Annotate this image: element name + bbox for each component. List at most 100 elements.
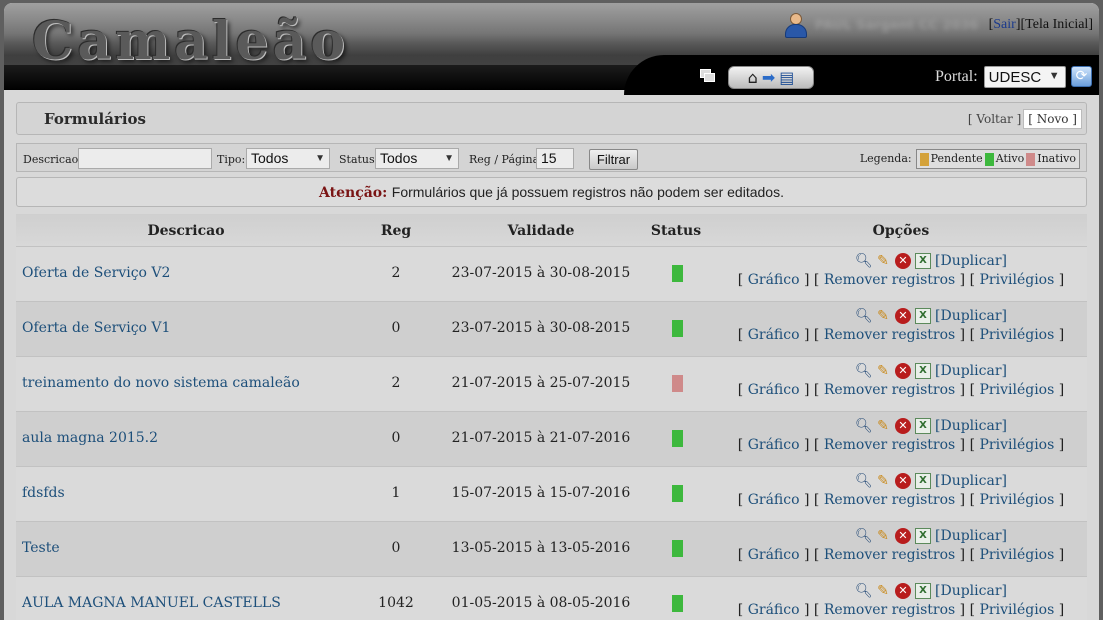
grafico-link[interactable]: Gráfico: [748, 437, 800, 453]
remover-registros-link[interactable]: Remover registros: [824, 272, 955, 288]
spreadsheet-icon[interactable]: X: [915, 418, 932, 434]
status-select[interactable]: Todos ▼: [375, 148, 459, 169]
header: Camaleão PAUL Sargent CC 2036 [Sair] [Te…: [4, 3, 1099, 95]
delete-icon[interactable]: ✕: [895, 418, 912, 434]
delete-icon[interactable]: ✕: [895, 528, 912, 544]
view-icon[interactable]: 🔍︎: [855, 528, 873, 544]
chevron-down-icon: ▼: [315, 153, 325, 164]
privilegios-link[interactable]: Privilégios: [980, 327, 1055, 343]
legend-pendente: Pendente: [919, 152, 983, 166]
remover-registros-link[interactable]: Remover registros: [824, 327, 955, 343]
row-reg: 1: [391, 485, 401, 501]
delete-icon[interactable]: ✕: [895, 253, 912, 269]
row-reg: 1042: [378, 595, 414, 611]
voltar-link[interactable]: [ Voltar ]: [968, 112, 1021, 126]
row-descricao[interactable]: Teste: [22, 540, 60, 556]
duplicar-link[interactable]: [Duplicar]: [935, 308, 1007, 324]
grafico-link[interactable]: Gráfico: [748, 492, 800, 508]
privilegios-link[interactable]: Privilégios: [980, 382, 1055, 398]
remover-registros-link[interactable]: Remover registros: [824, 437, 955, 453]
delete-icon[interactable]: ✕: [895, 308, 912, 324]
row-descricao[interactable]: aula magna 2015.2: [22, 430, 158, 446]
duplicar-link[interactable]: [Duplicar]: [935, 363, 1007, 379]
col-reg[interactable]: Reg: [346, 223, 446, 239]
edit-icon[interactable]: ✎: [875, 418, 891, 434]
col-validade[interactable]: Validade: [446, 223, 636, 239]
sair-link[interactable]: Sair: [993, 17, 1016, 32]
row-descricao[interactable]: Oferta de Serviço V2: [22, 265, 170, 281]
portal-label: Portal:: [935, 68, 978, 85]
view-icon[interactable]: 🔍︎: [855, 418, 873, 434]
privilegios-link[interactable]: Privilégios: [980, 437, 1055, 453]
tipo-select[interactable]: Todos ▼: [246, 148, 330, 169]
row-options: 🔍︎ ✎ ✕ X [Duplicar] [ Gráfico ] [ Remove…: [737, 473, 1065, 508]
remover-registros-link[interactable]: Remover registros: [824, 602, 955, 618]
view-icon[interactable]: 🔍︎: [855, 308, 873, 324]
filtrar-button[interactable]: Filtrar: [589, 149, 638, 170]
col-descricao[interactable]: Descricao: [16, 223, 356, 239]
tela-inicial-link[interactable]: Tela Inicial: [1025, 17, 1088, 32]
spreadsheet-icon[interactable]: X: [915, 363, 932, 379]
edit-icon[interactable]: ✎: [875, 363, 891, 379]
user-icon: [783, 11, 809, 39]
delete-icon[interactable]: ✕: [895, 473, 912, 489]
row-options: 🔍︎ ✎ ✕ X [Duplicar] [ Gráfico ] [ Remove…: [737, 363, 1065, 398]
windows-icon[interactable]: [700, 69, 716, 83]
edit-icon[interactable]: ✎: [875, 583, 891, 599]
row-descricao[interactable]: treinamento do novo sistema camaleão: [22, 375, 300, 391]
edit-icon[interactable]: ✎: [875, 528, 891, 544]
home-icon[interactable]: ⌂: [748, 69, 758, 86]
spreadsheet-icon[interactable]: X: [915, 308, 932, 324]
edit-icon[interactable]: ✎: [875, 253, 891, 269]
row-descricao[interactable]: Oferta de Serviço V1: [22, 320, 170, 336]
grafico-link[interactable]: Gráfico: [748, 547, 800, 563]
view-icon[interactable]: 🔍︎: [855, 253, 873, 269]
view-icon[interactable]: 🔍︎: [855, 583, 873, 599]
view-icon[interactable]: 🔍︎: [855, 473, 873, 489]
page-frame: Camaleão PAUL Sargent CC 2036 [Sair] [Te…: [4, 3, 1099, 620]
descricao-input[interactable]: [78, 148, 212, 169]
reg-pagina-label: Reg / Página:: [469, 153, 543, 166]
remover-registros-link[interactable]: Remover registros: [824, 492, 955, 508]
portal-select[interactable]: UDESC ▼: [983, 66, 1066, 88]
spreadsheet-icon[interactable]: X: [915, 583, 932, 599]
remover-registros-link[interactable]: Remover registros: [824, 382, 955, 398]
document-icon[interactable]: ▤: [779, 69, 794, 86]
grafico-link[interactable]: Gráfico: [748, 382, 800, 398]
row-validade: 15-07-2015 à 15-07-2016: [451, 485, 631, 501]
grafico-link[interactable]: Gráfico: [748, 327, 800, 343]
duplicar-link[interactable]: [Duplicar]: [935, 253, 1007, 269]
row-descricao[interactable]: fdsfds: [22, 485, 65, 501]
delete-icon[interactable]: ✕: [895, 363, 912, 379]
page-titlebar: Formulários [ Voltar ] [ Novo ]: [16, 102, 1087, 135]
duplicar-link[interactable]: [Duplicar]: [935, 473, 1007, 489]
grafico-link[interactable]: Gráfico: [748, 602, 800, 618]
novo-link[interactable]: [ Novo ]: [1023, 109, 1082, 129]
edit-icon[interactable]: ✎: [875, 473, 891, 489]
duplicar-link[interactable]: [Duplicar]: [935, 418, 1007, 434]
reg-pagina-input[interactable]: 15: [536, 148, 574, 169]
privilegios-link[interactable]: Privilégios: [980, 602, 1055, 618]
chevron-down-icon: ▼: [1048, 70, 1060, 82]
remover-registros-link[interactable]: Remover registros: [824, 547, 955, 563]
refresh-icon[interactable]: ⟳: [1071, 66, 1092, 87]
privilegios-link[interactable]: Privilégios: [980, 547, 1055, 563]
spreadsheet-icon[interactable]: X: [915, 528, 932, 544]
spreadsheet-icon[interactable]: X: [915, 253, 932, 269]
view-icon[interactable]: 🔍︎: [855, 363, 873, 379]
spreadsheet-icon[interactable]: X: [915, 473, 932, 489]
formularios-table: Descricao Reg Validade Status Opções Ofe…: [16, 214, 1087, 620]
privilegios-link[interactable]: Privilégios: [980, 272, 1055, 288]
duplicar-link[interactable]: [Duplicar]: [935, 528, 1007, 544]
grafico-link[interactable]: Gráfico: [748, 272, 800, 288]
privilegios-link[interactable]: Privilégios: [980, 492, 1055, 508]
status-indicator: [672, 595, 683, 612]
row-descricao[interactable]: AULA MAGNA MANUEL CASTELLS: [22, 595, 281, 611]
row-options: 🔍︎ ✎ ✕ X [Duplicar] [ Gráfico ] [ Remove…: [737, 583, 1065, 618]
duplicar-link[interactable]: [Duplicar]: [935, 583, 1007, 599]
edit-icon[interactable]: ✎: [875, 308, 891, 324]
col-status[interactable]: Status: [636, 223, 716, 239]
delete-icon[interactable]: ✕: [895, 583, 912, 599]
row-options: 🔍︎ ✎ ✕ X [Duplicar] [ Gráfico ] [ Remove…: [737, 308, 1065, 343]
arrow-right-icon[interactable]: ➡: [762, 69, 775, 86]
